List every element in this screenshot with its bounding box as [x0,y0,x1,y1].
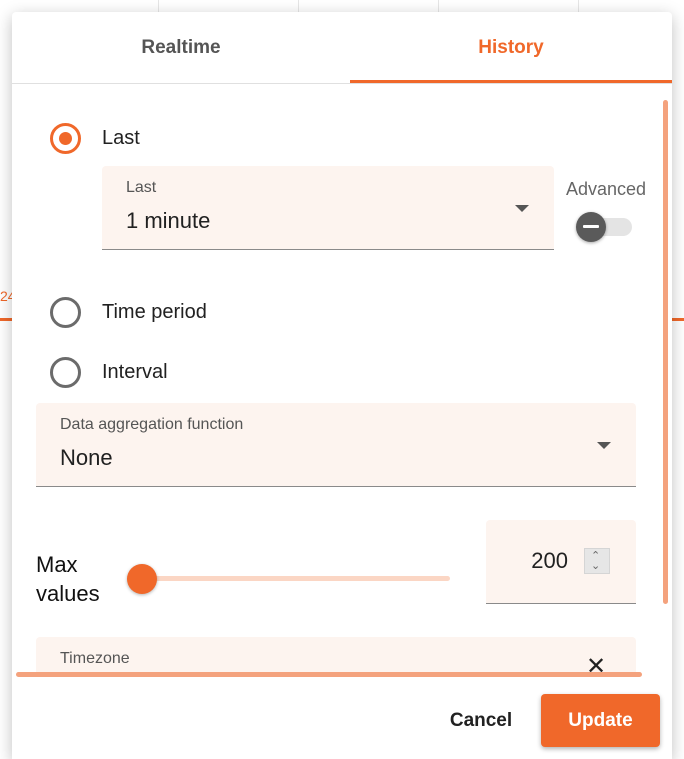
aggregation-function-label: Data aggregation function [60,416,244,433]
max-values-label: Max values [36,552,100,606]
max-values-slider-track[interactable] [142,576,450,581]
max-values-slider-thumb[interactable] [127,564,157,594]
active-tab-indicator [350,80,672,83]
last-duration-select[interactable]: Last 1 minute [102,166,554,250]
mode-interval-option[interactable]: Interval [50,356,168,388]
chevron-down-icon [597,442,611,449]
tab-bar: Realtime History [12,12,672,84]
mode-last-option[interactable]: Last [50,122,140,154]
timezone-label: Timezone [60,650,130,667]
mode-last-radio[interactable] [50,122,81,154]
mode-interval-radio[interactable] [50,356,81,388]
tab-history[interactable]: History [350,12,672,84]
mode-time-period-label: Time period [102,300,207,323]
mode-last-label: Last [102,126,140,149]
timezone-select[interactable]: Timezone [36,637,636,676]
advanced-toggle-thumb[interactable] [576,212,606,242]
max-values-value: 200 [531,548,568,573]
mode-time-period-radio[interactable] [50,296,81,328]
advanced-label: Advanced [566,179,647,199]
aggregation-function-value: None [60,445,113,470]
mode-time-period-option[interactable]: Time period [50,296,207,328]
footer-divider [16,672,642,677]
history-settings-panel: Last Last 1 minute Advanced Time period … [12,84,672,676]
update-button[interactable]: Update [541,694,660,747]
chart-settings-dialog: Realtime History Last Last 1 minute Adva… [12,12,672,759]
mode-interval-label: Interval [102,360,168,383]
panel-scrollbar[interactable] [663,100,668,604]
cancel-button[interactable]: Cancel [430,697,532,745]
max-values-input[interactable]: 200 ⌃ ⌄ [486,520,636,604]
spinner-arrows-icon[interactable]: ⌃ ⌄ [584,548,610,574]
aggregation-function-select[interactable]: Data aggregation function None [36,403,636,487]
chevron-down-icon [515,205,529,212]
last-duration-value: 1 minute [126,208,211,233]
tab-realtime[interactable]: Realtime [12,12,350,84]
last-duration-label: Last [126,179,157,196]
